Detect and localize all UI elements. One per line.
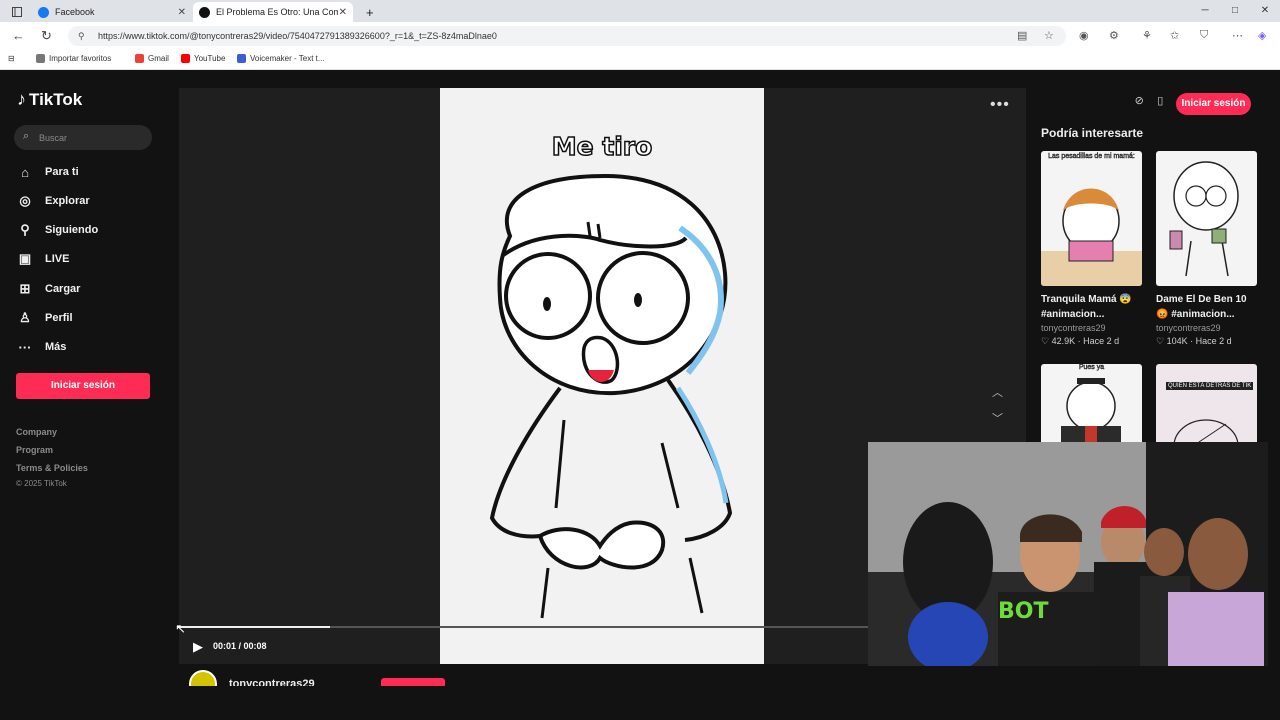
chevron-down-icon[interactable]: ﹀ bbox=[992, 410, 1003, 426]
coin-icon[interactable]: ⊘ bbox=[1135, 94, 1144, 114]
favorite-star-icon[interactable]: ☆ bbox=[1044, 29, 1054, 42]
close-tab-icon[interactable]: ✕ bbox=[178, 7, 186, 18]
recommended-title: Tranquila Mamá 😨 #animacion... bbox=[1041, 294, 1132, 320]
video-thumbnail: Las pesadillas de mi mamá: bbox=[1041, 151, 1142, 286]
maximize-button[interactable]: □ bbox=[1220, 0, 1250, 22]
address-bar-row: ← ↻ ⚲ https://www.tiktok.com/@tonycontre… bbox=[0, 22, 1280, 50]
tab-actions-icon[interactable] bbox=[6, 2, 22, 22]
video-thumbnail bbox=[1156, 151, 1257, 286]
svg-text:BOT: BOT bbox=[998, 599, 1048, 624]
more-icon: ··· bbox=[18, 339, 32, 355]
back-button[interactable]: ← bbox=[12, 28, 25, 43]
author-name[interactable]: tonycontreras29 bbox=[229, 678, 315, 686]
video-author-row: tonycontreras29 bbox=[189, 670, 315, 686]
tiktok-logo[interactable]: ♪ TikTok bbox=[17, 89, 82, 110]
extension-icon[interactable]: ◉ bbox=[1079, 29, 1089, 42]
recommended-video-card[interactable]: Dame El De Ben 10 😡 #animacion... tonyco… bbox=[1156, 151, 1257, 347]
device-icon[interactable]: ▯ bbox=[1157, 94, 1163, 114]
facebook-icon bbox=[38, 6, 49, 18]
tab-title: El Problema Es Otro: Una Comedi bbox=[216, 7, 338, 17]
bookmarks-bar: ⊟ Importar favoritos Gmail YouTube Voice… bbox=[0, 50, 1280, 70]
recommended-title: Dame El De Ben 10 😡 #animacion... bbox=[1156, 294, 1247, 320]
tiktok-favicon-icon bbox=[199, 6, 210, 18]
close-window-button[interactable]: ✕ bbox=[1250, 0, 1280, 22]
webcam-video: BOT bbox=[868, 442, 1268, 666]
tracking-icon[interactable]: ⚘ bbox=[1142, 29, 1152, 42]
copyright: © 2025 TikTok bbox=[16, 479, 67, 488]
video-progress-fill bbox=[178, 626, 330, 628]
import-icon bbox=[36, 54, 45, 63]
bookmark-voicemaker[interactable]: Voicemaker - Text t... bbox=[237, 54, 325, 63]
chevron-up-icon[interactable]: ︿ bbox=[992, 384, 1003, 400]
minimize-button[interactable]: ─ bbox=[1190, 0, 1220, 22]
footer-link-company[interactable]: Company bbox=[16, 427, 57, 437]
header-login-button[interactable]: Iniciar sesión bbox=[1176, 93, 1251, 115]
tiktok-note-icon: ♪ bbox=[17, 89, 26, 109]
following-icon: ⚲ bbox=[20, 222, 30, 237]
new-tab-button[interactable]: + bbox=[360, 2, 374, 22]
recommended-stats: ♡ 104K · Hace 2 d bbox=[1156, 336, 1232, 346]
cartoon-character bbox=[489, 173, 733, 619]
search-icon: ⌕ bbox=[23, 130, 30, 142]
live-icon: ▣ bbox=[18, 251, 32, 266]
play-icon[interactable]: ▶ bbox=[193, 639, 203, 655]
browser-tab-bar: Facebook ✕ El Problema Es Otro: Una Come… bbox=[0, 0, 1280, 22]
sidebar-item-perfil[interactable]: ♙ Perfil bbox=[17, 307, 167, 329]
bookmark-import[interactable]: Importar favoritos bbox=[36, 54, 111, 63]
youtube-icon bbox=[181, 54, 190, 63]
recommended-stats: ♡ 42.9K · Hace 2 d bbox=[1041, 336, 1120, 346]
search-input[interactable] bbox=[39, 129, 144, 146]
recommended-author[interactable]: tonycontreras29 bbox=[1156, 323, 1257, 333]
read-mode-icon[interactable]: ▤ bbox=[1017, 29, 1027, 42]
copilot-icon[interactable]: ◈ bbox=[1258, 29, 1266, 42]
close-tab-icon[interactable]: ✕ bbox=[339, 7, 347, 18]
sidebar-item-explorar[interactable]: ◎ Explorar bbox=[17, 190, 167, 212]
login-button[interactable]: Iniciar sesión bbox=[16, 373, 150, 399]
sidebar-item-live[interactable]: ▣ LIVE bbox=[17, 248, 167, 270]
video-timecode: 00:01 / 00:08 bbox=[213, 641, 267, 651]
window-controls: ─ □ ✕ bbox=[1190, 0, 1280, 22]
gmail-icon bbox=[135, 54, 144, 63]
sidebar-item-mas[interactable]: ··· Más bbox=[17, 336, 167, 358]
bookmark-youtube[interactable]: YouTube bbox=[181, 54, 225, 63]
favorites-icon[interactable]: ✩ bbox=[1170, 29, 1179, 42]
sidebar-item-siguiendo[interactable]: ⚲ Siguiendo bbox=[17, 219, 167, 241]
upload-icon: ⊞ bbox=[19, 281, 31, 296]
recommended-video-card[interactable]: Las pesadillas de mi mamá: Tranquila Mam… bbox=[1041, 151, 1142, 347]
webcam-overlay: BOT bbox=[868, 442, 1268, 666]
tab-title: Facebook bbox=[55, 7, 95, 17]
shield-icon[interactable]: ⛉ bbox=[1200, 29, 1208, 42]
more-options-icon[interactable]: ••• bbox=[990, 96, 1010, 114]
profile-icon: ♙ bbox=[19, 310, 31, 325]
menu-dots-icon[interactable]: ⋯ bbox=[1232, 29, 1243, 42]
bookmarks-toggle-icon[interactable]: ⊟ bbox=[8, 54, 15, 63]
recommended-author[interactable]: tonycontreras29 bbox=[1041, 323, 1142, 333]
reload-button[interactable]: ↻ bbox=[41, 28, 52, 44]
tab-tiktok[interactable]: El Problema Es Otro: Una Comedi ✕ bbox=[193, 2, 353, 22]
tab-facebook[interactable]: Facebook ✕ bbox=[32, 2, 192, 22]
follow-button[interactable] bbox=[381, 678, 445, 686]
voicemaker-icon bbox=[237, 54, 246, 63]
author-avatar[interactable] bbox=[189, 670, 217, 686]
compass-icon: ◎ bbox=[19, 193, 31, 208]
search-box[interactable]: ⌕ bbox=[14, 125, 152, 150]
video-frame[interactable]: Me tiro bbox=[440, 88, 764, 664]
footer-link-terms[interactable]: Terms & Policies bbox=[16, 463, 88, 473]
recommendations-heading: Podría interesarte bbox=[1041, 126, 1144, 140]
site-info-icon[interactable]: ⚲ bbox=[78, 26, 85, 46]
url-field[interactable]: ⚲ https://www.tiktok.com/@tonycontreras2… bbox=[68, 26, 1066, 46]
video-progress-bar[interactable] bbox=[178, 626, 868, 628]
url-text: https://www.tiktok.com/@tonycontreras29/… bbox=[98, 31, 497, 41]
home-icon: ⌂ bbox=[21, 164, 29, 180]
sidebar: ♪ TikTok ⌕ ⌂Para ti ◎Explorar ⚲Siguiendo… bbox=[3, 72, 173, 686]
sidebar-item-para-ti[interactable]: ⌂ Para ti bbox=[17, 161, 167, 183]
bookmark-gmail[interactable]: Gmail bbox=[135, 54, 169, 63]
extensions-icon[interactable]: ⚙ bbox=[1109, 29, 1119, 42]
mouse-cursor-icon: ↖ bbox=[175, 621, 186, 636]
footer-link-program[interactable]: Program bbox=[16, 445, 53, 455]
header-icons: ⊘ ▯ bbox=[1128, 94, 1170, 114]
sidebar-item-cargar[interactable]: ⊞ Cargar bbox=[17, 278, 167, 300]
